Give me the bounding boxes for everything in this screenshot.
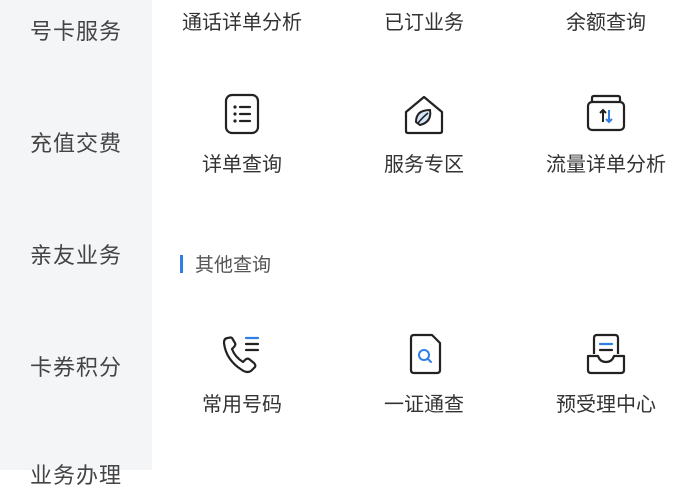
detail-query-label: 详单查询 (202, 152, 282, 176)
data-traffic-icon (586, 94, 626, 132)
service-zone-label: 服务专区 (384, 152, 464, 176)
data-detail-analysis-label: 流量详单分析 (546, 152, 666, 176)
id-search-icon (409, 333, 442, 375)
list-document-icon (224, 93, 260, 135)
section-accent-bar (180, 254, 183, 273)
home-leaf-icon (404, 95, 444, 135)
sidebar: 号卡服务 充值交费 亲友业务 卡券积分 业务办理 (0, 0, 152, 489)
pre-acceptance-center-label: 预受理中心 (556, 392, 656, 416)
service-zone-button[interactable]: 服务专区 (334, 92, 514, 177)
subscribed-services-button[interactable]: 已订业务 (334, 6, 514, 35)
section-title-text: 其他查询 (195, 254, 272, 276)
id-query-button[interactable]: 一证通查 (334, 332, 514, 417)
detail-query-button[interactable]: 详单查询 (152, 92, 332, 177)
sidebar-item-coupons[interactable]: 卡券积分 (0, 350, 152, 382)
data-detail-analysis-button[interactable]: 流量详单分析 (516, 92, 696, 177)
pre-acceptance-center-button[interactable]: 预受理中心 (516, 332, 696, 417)
inbox-document-icon (586, 333, 626, 375)
main-content: 通话详单分析 已订业务 余额查询 详单查询 服务专区 流量详单分析 其他查询 常… (152, 0, 700, 470)
sidebar-item-family[interactable]: 亲友业务 (0, 238, 152, 270)
sidebar-item-recharge[interactable]: 充值交费 (0, 126, 152, 158)
call-detail-analysis-button[interactable]: 通话详单分析 (152, 6, 332, 35)
phone-list-icon (222, 336, 260, 374)
sidebar-item-card-service[interactable]: 号卡服务 (0, 14, 152, 46)
common-numbers-button[interactable]: 常用号码 (152, 332, 332, 417)
common-numbers-label: 常用号码 (202, 392, 282, 416)
id-query-label: 一证通查 (384, 392, 464, 416)
section-title-other-queries: 其他查询 (180, 250, 271, 277)
balance-query-button[interactable]: 余额查询 (516, 6, 696, 35)
sidebar-item-business[interactable]: 业务办理 (0, 458, 152, 490)
